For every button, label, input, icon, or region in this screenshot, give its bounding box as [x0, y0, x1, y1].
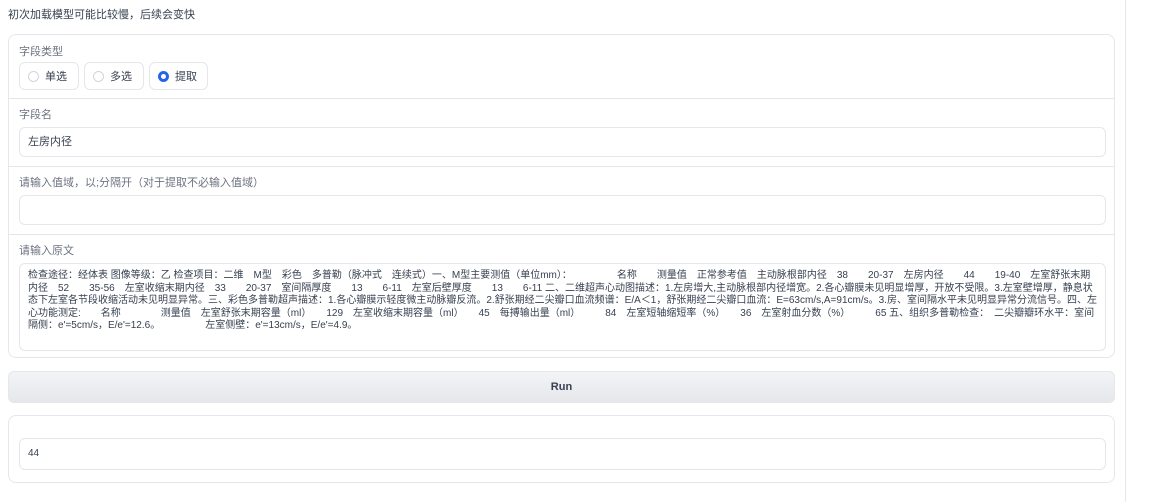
radio-extract-label: 提取 [175, 71, 197, 83]
input-panel: 字段类型 单选 多选 提取 字段名 左房内径 请输入值域，以;分隔开（对于提取不… [8, 34, 1115, 358]
right-divider [1125, 0, 1126, 502]
radio-single-choice[interactable]: 单选 [19, 62, 79, 90]
source-text-block: 请输入原文 检查途径：经体表 图像等级：乙 检查项目：二维 M型 彩色 多普勒（… [9, 234, 1114, 358]
radio-circle-icon [28, 70, 39, 82]
radio-multi-choice[interactable]: 多选 [84, 62, 144, 90]
loading-notice: 初次加载模型可能比较慢，后续会变快 [8, 9, 195, 21]
field-name-input[interactable]: 左房内径 [19, 127, 1106, 157]
run-button[interactable]: Run [8, 371, 1115, 403]
source-text-textarea[interactable]: 检查途径：经体表 图像等级：乙 检查项目：二维 M型 彩色 多普勒（脉冲式 连续… [19, 263, 1106, 351]
radio-single-choice-label: 单选 [45, 71, 67, 83]
value-domain-input[interactable] [19, 195, 1106, 225]
radio-checked-icon [158, 70, 169, 82]
field-name-label: 字段名 [19, 109, 52, 121]
value-domain-label: 请输入值域，以;分隔开（对于提取不必输入值域） [19, 177, 265, 189]
output-textbox[interactable]: 44 [19, 438, 1106, 470]
radio-multi-choice-label: 多选 [110, 71, 132, 83]
source-text-label: 请输入原文 [19, 245, 74, 257]
value-domain-block: 请输入值域，以;分隔开（对于提取不必输入值域） [9, 166, 1114, 234]
output-panel: 44 [8, 415, 1115, 483]
field-type-block: 字段类型 单选 多选 提取 [9, 35, 1114, 98]
radio-circle-icon [93, 70, 104, 82]
field-name-block: 字段名 左房内径 [9, 98, 1114, 166]
radio-extract[interactable]: 提取 [149, 62, 208, 90]
field-type-label: 字段类型 [19, 46, 63, 58]
